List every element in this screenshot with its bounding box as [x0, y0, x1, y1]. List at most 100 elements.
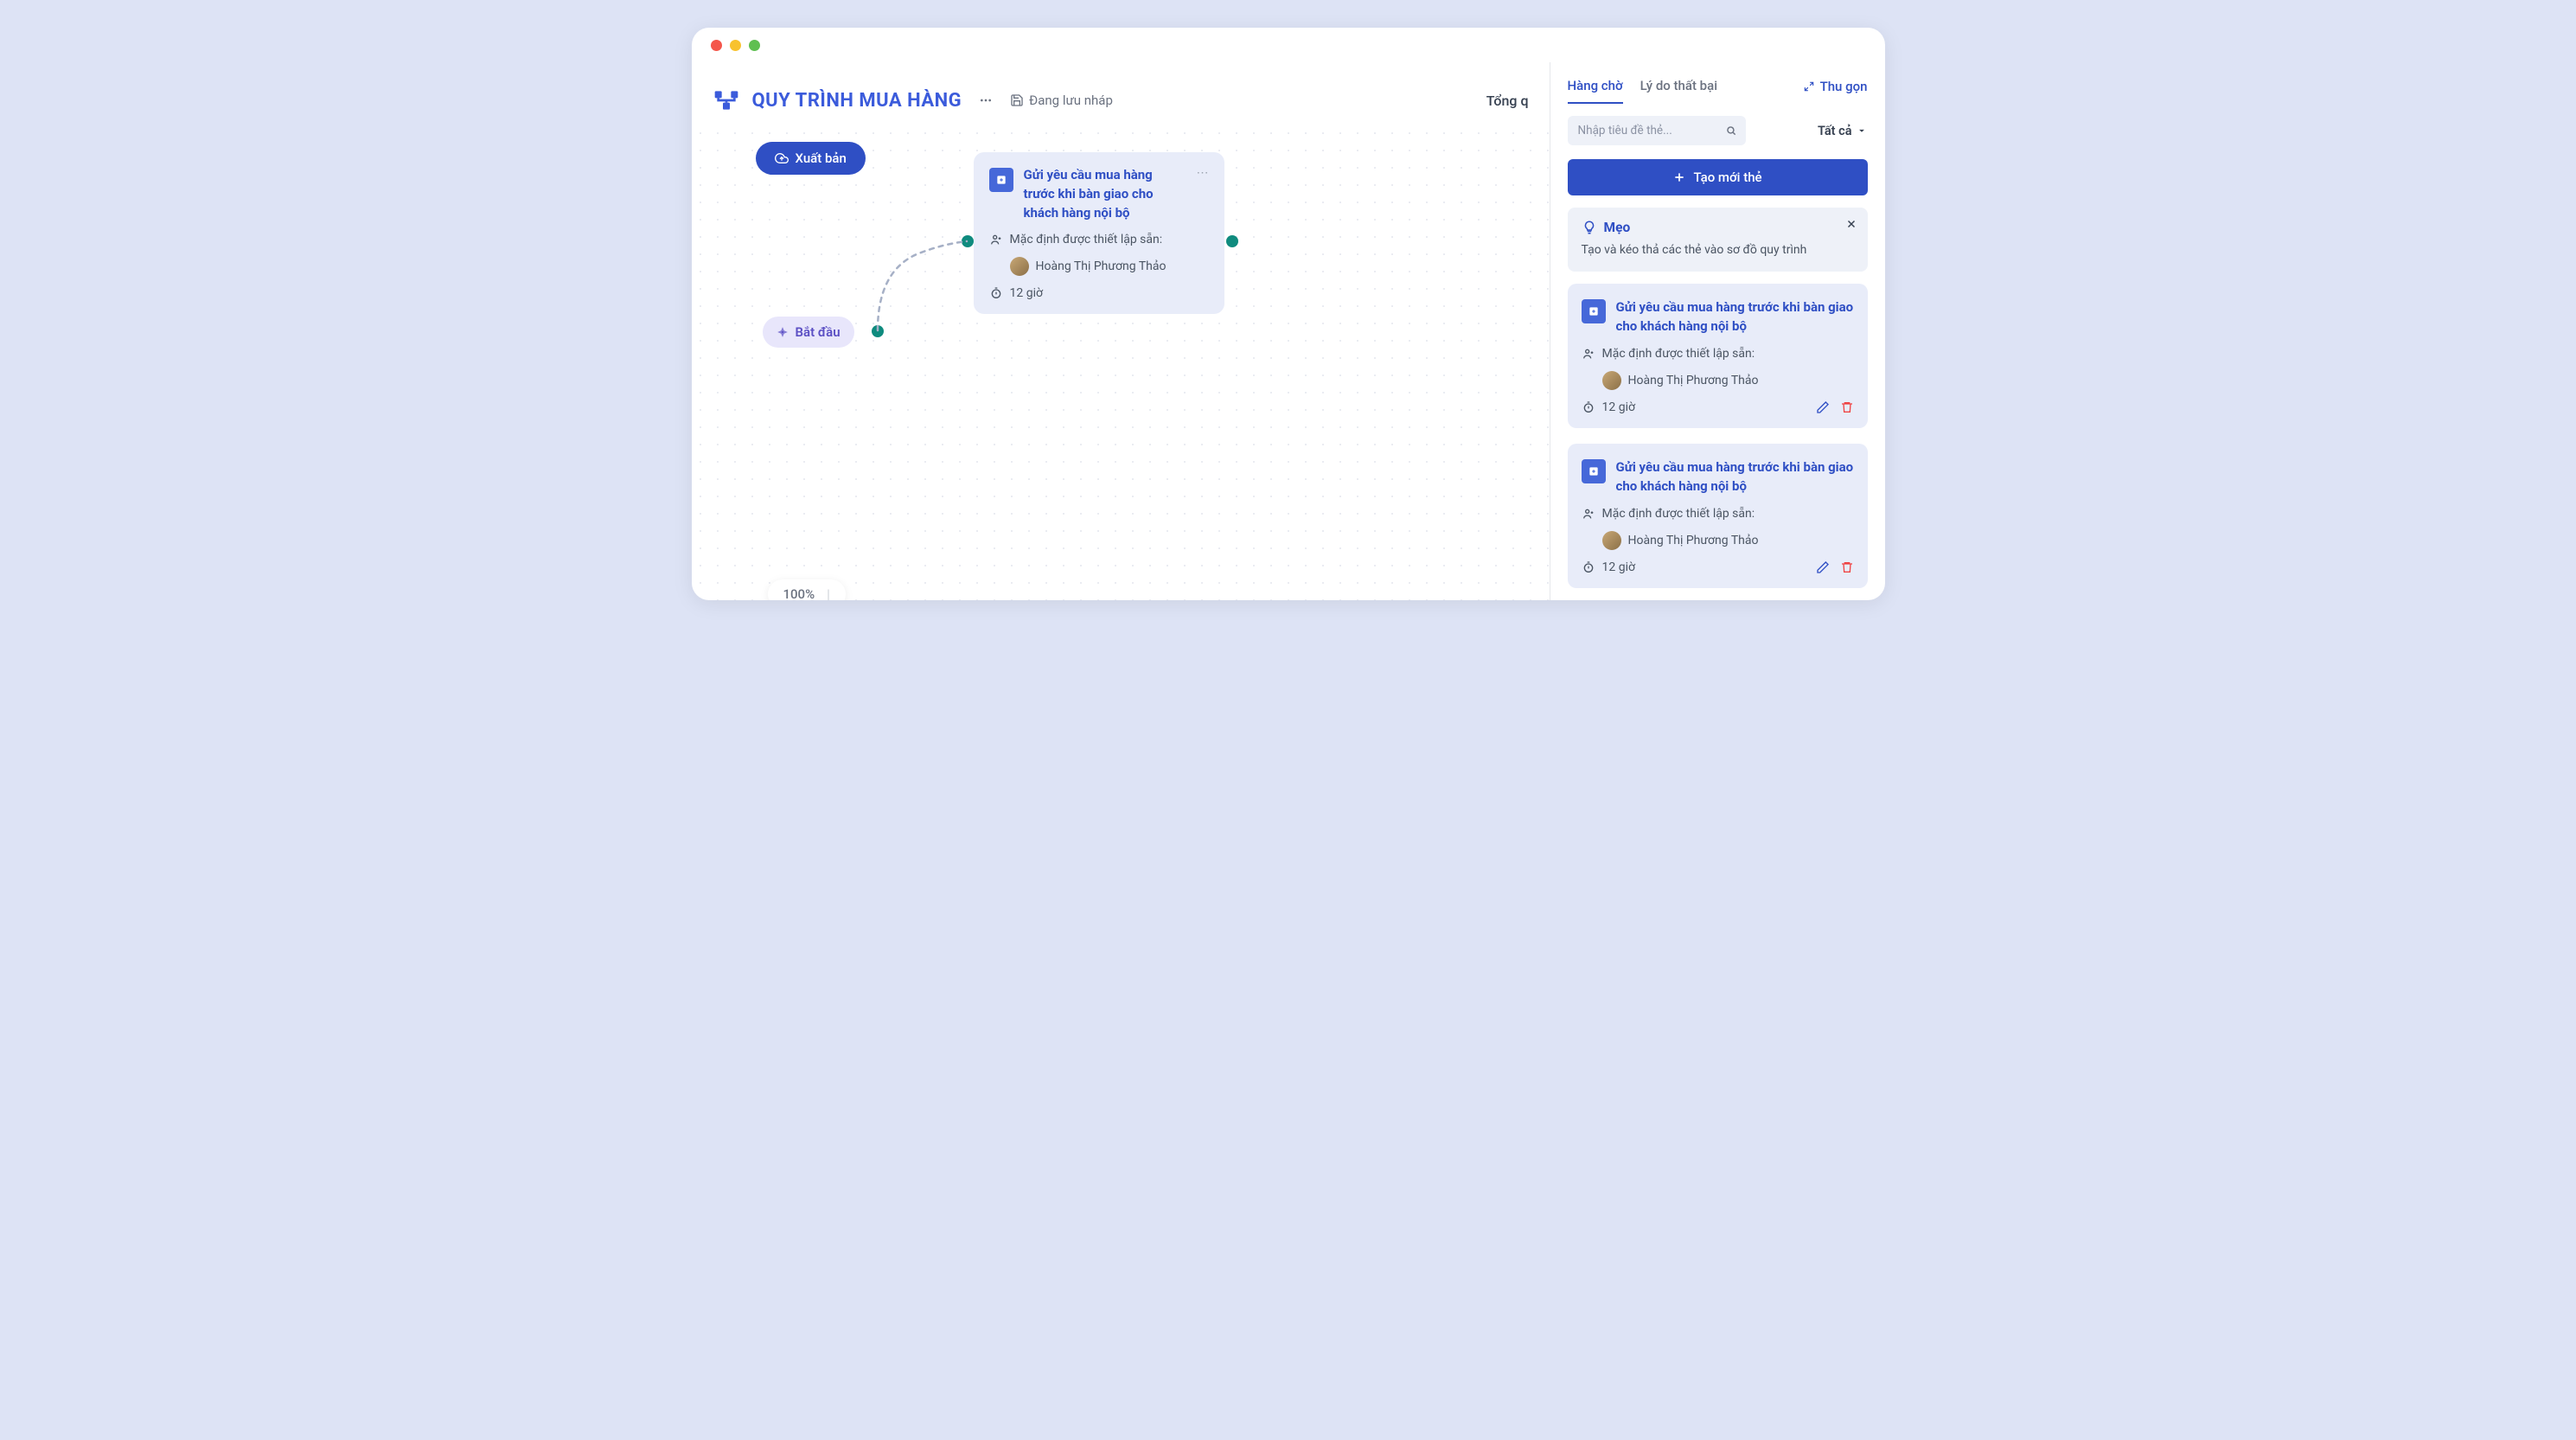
- zoom-value: 100%: [783, 586, 815, 600]
- queue-assignee-value: Hoàng Thị Phương Thảo: [1582, 371, 1854, 390]
- tip-box: Mẹo Tạo và kéo thả các thẻ vào sơ đồ quy…: [1568, 208, 1868, 272]
- truncated-label: Tổng q: [1486, 93, 1529, 109]
- node-card-in[interactable]: [962, 235, 974, 247]
- publish-button[interactable]: Xuất bản: [756, 142, 866, 175]
- card-type-icon: [1582, 459, 1606, 483]
- tip-close-button[interactable]: [1845, 216, 1857, 234]
- person-add-icon: [1582, 347, 1595, 361]
- zoom-control[interactable]: 100% |: [768, 579, 846, 600]
- queue-assignee-value: Hoàng Thị Phương Thảo: [1582, 531, 1854, 550]
- main-area: QUY TRÌNH MUA HÀNG Đang lưu nháp Tổng q …: [692, 62, 1550, 600]
- card-type-icon: [989, 168, 1013, 192]
- close-icon: [1845, 218, 1857, 230]
- queue-duration-value: 12 giờ: [1602, 400, 1635, 414]
- card-duration-row: 12 giờ: [989, 286, 1209, 300]
- task-icon: [1588, 465, 1600, 477]
- pencil-icon: [1816, 560, 1830, 574]
- duration-value: 12 giờ: [1010, 286, 1043, 300]
- task-icon: [1588, 305, 1600, 317]
- tab-fail-reasons[interactable]: Lý do thất bại: [1640, 78, 1717, 104]
- queue-list: Gửi yêu cầu mua hàng trước khi bàn giao …: [1550, 284, 1885, 588]
- task-icon: [995, 174, 1007, 186]
- delete-button[interactable]: [1840, 560, 1854, 574]
- tip-body: Tạo và kéo thả các thẻ vào sơ đồ quy trì…: [1582, 242, 1854, 259]
- card-assignee-row: Mặc định được thiết lập sẵn:: [989, 233, 1209, 246]
- save-icon: [1010, 93, 1024, 107]
- search-input[interactable]: [1568, 116, 1746, 145]
- page-header: QUY TRÌNH MUA HÀNG Đang lưu nháp Tổng q: [692, 62, 1550, 125]
- pencil-icon: [1816, 400, 1830, 414]
- dots-icon: [979, 93, 993, 107]
- queue-assignee-label: Mặc định được thiết lập sẵn:: [1602, 507, 1755, 521]
- zoom-sep: |: [827, 586, 830, 600]
- queue-assignee-row: Mặc định được thiết lập sẵn:: [1582, 507, 1854, 521]
- chevron-down-icon: [1856, 125, 1868, 137]
- trash-icon: [1840, 560, 1854, 574]
- window-min-dot[interactable]: [730, 40, 741, 51]
- filter-dropdown[interactable]: Tất cả: [1818, 124, 1868, 138]
- assignee-label: Mặc định được thiết lập sẵn:: [1010, 233, 1163, 246]
- person-add-icon: [989, 233, 1003, 246]
- create-label: Tạo mới thẻ: [1693, 170, 1761, 185]
- window-max-dot[interactable]: [749, 40, 760, 51]
- queue-assignee-name: Hoàng Thị Phương Thảo: [1628, 534, 1759, 547]
- plus-icon: [1672, 170, 1686, 184]
- queue-duration-value: 12 giờ: [1602, 560, 1635, 574]
- queue-duration-row: 12 giờ: [1582, 400, 1635, 414]
- rocket-icon: [777, 326, 789, 338]
- delete-button[interactable]: [1840, 400, 1854, 414]
- collapse-icon: [1803, 80, 1815, 93]
- titlebar: [692, 28, 1885, 62]
- stopwatch-icon: [1582, 400, 1595, 414]
- node-start-out[interactable]: [872, 325, 884, 337]
- sidebar-tabs-row: Hàng chờ Lý do thất bại Thu gọn: [1568, 78, 1868, 104]
- queue-assignee-label: Mặc định được thiết lập sẵn:: [1602, 347, 1755, 361]
- connector-path: [873, 228, 977, 341]
- lightbulb-icon: [1582, 220, 1597, 235]
- card-title: Gửi yêu cầu mua hàng trước khi bàn giao …: [1024, 166, 1186, 222]
- avatar: [1602, 371, 1621, 390]
- queue-card-title: Gửi yêu cầu mua hàng trước khi bàn giao …: [1616, 458, 1854, 496]
- collapse-label: Thu gọn: [1820, 79, 1868, 94]
- app-window: QUY TRÌNH MUA HÀNG Đang lưu nháp Tổng q …: [692, 28, 1885, 600]
- edit-button[interactable]: [1816, 560, 1830, 574]
- trash-icon: [1840, 400, 1854, 414]
- person-add-icon: [1582, 507, 1595, 521]
- create-card-button[interactable]: Tạo mới thẻ: [1568, 159, 1868, 195]
- page-title: QUY TRÌNH MUA HÀNG: [752, 90, 962, 112]
- queue-card[interactable]: Gửi yêu cầu mua hàng trước khi bàn giao …: [1568, 284, 1868, 428]
- stopwatch-icon: [989, 286, 1003, 300]
- save-status-text: Đang lưu nháp: [1029, 93, 1113, 108]
- queue-card-title: Gửi yêu cầu mua hàng trước khi bàn giao …: [1616, 298, 1854, 336]
- sidebar: Hàng chờ Lý do thất bại Thu gọn: [1550, 62, 1885, 600]
- tip-title: Mẹo: [1604, 220, 1631, 235]
- workflow-card[interactable]: Gửi yêu cầu mua hàng trước khi bàn giao …: [974, 152, 1224, 314]
- filter-label: Tất cả: [1818, 124, 1852, 138]
- window-close-dot[interactable]: [711, 40, 722, 51]
- workflow-canvas[interactable]: Xuất bản Bắt đầu Gửi yê: [692, 125, 1550, 600]
- edit-button[interactable]: [1816, 400, 1830, 414]
- stopwatch-icon: [1582, 560, 1595, 574]
- card-more-button[interactable]: ⋯: [1197, 166, 1209, 180]
- queue-assignee-row: Mặc định được thiết lập sẵn:: [1582, 347, 1854, 361]
- avatar: [1010, 257, 1029, 276]
- publish-label: Xuất bản: [796, 150, 847, 166]
- avatar: [1602, 531, 1621, 550]
- more-button[interactable]: [974, 88, 998, 112]
- cloud-icon: [775, 151, 789, 165]
- app-body: QUY TRÌNH MUA HÀNG Đang lưu nháp Tổng q …: [692, 62, 1885, 600]
- collapse-button[interactable]: Thu gọn: [1803, 79, 1868, 103]
- pipeline-icon: [713, 86, 740, 114]
- node-card-out[interactable]: [1226, 235, 1238, 247]
- card-type-icon: [1582, 299, 1606, 323]
- queue-card[interactable]: Gửi yêu cầu mua hàng trước khi bàn giao …: [1568, 444, 1868, 588]
- assignee-name: Hoàng Thị Phương Thảo: [1036, 259, 1167, 273]
- search-icon: [1725, 125, 1737, 137]
- start-label: Bắt đầu: [796, 324, 841, 340]
- save-status: Đang lưu nháp: [1010, 93, 1113, 108]
- queue-duration-row: 12 giờ: [1582, 560, 1635, 574]
- queue-assignee-name: Hoàng Thị Phương Thảo: [1628, 374, 1759, 387]
- start-chip[interactable]: Bắt đầu: [763, 317, 854, 348]
- card-assignee-value: Hoàng Thị Phương Thảo: [989, 257, 1209, 276]
- tab-queue[interactable]: Hàng chờ: [1568, 78, 1623, 104]
